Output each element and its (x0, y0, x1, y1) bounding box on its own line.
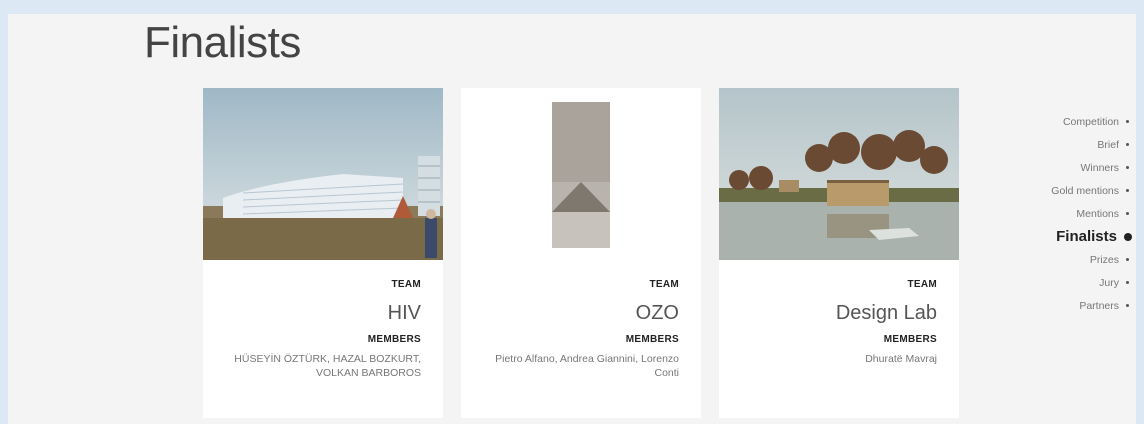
nav-item-label: Winners (1080, 161, 1119, 174)
section-nav: Competition Brief Winners Gold mentions … (1051, 110, 1132, 317)
nav-item-competition[interactable]: Competition (1051, 110, 1132, 133)
team-name[interactable]: HIV (213, 302, 421, 325)
finalist-card-ozo[interactable]: TEAM OZO MEMBERS Pietro Alfano, Andrea G… (461, 88, 701, 418)
nav-item-brief[interactable]: Brief (1051, 133, 1132, 156)
nav-item-label: Competition (1062, 115, 1119, 128)
team-label: TEAM (391, 279, 421, 290)
finalist-card-hiv[interactable]: TEAM HIV MEMBERS HÜSEYİN ÖZTÜRK, HAZAL B… (203, 88, 443, 418)
members-label: MEMBERS (367, 334, 421, 345)
members-list: Dhuratë Mavraj (865, 353, 937, 365)
project-image[interactable] (461, 88, 701, 260)
nav-item-jury[interactable]: Jury (1051, 271, 1132, 294)
nav-item-label: Finalists (1056, 228, 1117, 245)
page-title: Finalists (144, 18, 301, 67)
nav-dot-icon (1126, 166, 1129, 169)
nav-dot-icon (1126, 281, 1129, 284)
members-label: MEMBERS (625, 334, 679, 345)
members-label: MEMBERS (883, 334, 937, 345)
nav-item-label: Gold mentions (1051, 184, 1119, 197)
nav-item-finalists[interactable]: Finalists (1051, 225, 1132, 248)
nav-item-gold-mentions[interactable]: Gold mentions (1051, 179, 1132, 202)
nav-item-partners[interactable]: Partners (1051, 294, 1132, 317)
nav-item-label: Jury (1099, 276, 1119, 289)
project-image[interactable] (203, 88, 443, 260)
nav-dot-icon (1126, 212, 1129, 215)
nav-dot-icon (1126, 143, 1129, 146)
members-list: HÜSEYİN ÖZTÜRK, HAZAL BOZKURT, VOLKAN BA… (234, 353, 421, 379)
project-image[interactable] (719, 88, 959, 260)
nav-dot-icon (1126, 258, 1129, 261)
nav-item-label: Brief (1097, 138, 1119, 151)
team-name[interactable]: Design Lab (729, 302, 937, 325)
nav-dot-icon (1126, 304, 1129, 307)
nav-dot-icon (1126, 189, 1129, 192)
nav-item-prizes[interactable]: Prizes (1051, 248, 1132, 271)
nav-item-label: Prizes (1089, 253, 1119, 266)
nav-item-mentions[interactable]: Mentions (1051, 202, 1132, 225)
nav-dot-icon (1126, 120, 1129, 123)
team-label: TEAM (907, 279, 937, 290)
nav-item-winners[interactable]: Winners (1051, 156, 1132, 179)
finalist-card-design-lab[interactable]: TEAM Design Lab MEMBERS Dhuratë Mavraj (719, 88, 959, 418)
team-name[interactable]: OZO (471, 302, 679, 325)
nav-item-label: Mentions (1076, 207, 1119, 220)
team-label: TEAM (649, 279, 679, 290)
nav-item-label: Partners (1079, 299, 1119, 312)
members-list: Pietro Alfano, Andrea Giannini, Lorenzo … (495, 353, 679, 379)
nav-active-dot-icon (1124, 232, 1132, 241)
